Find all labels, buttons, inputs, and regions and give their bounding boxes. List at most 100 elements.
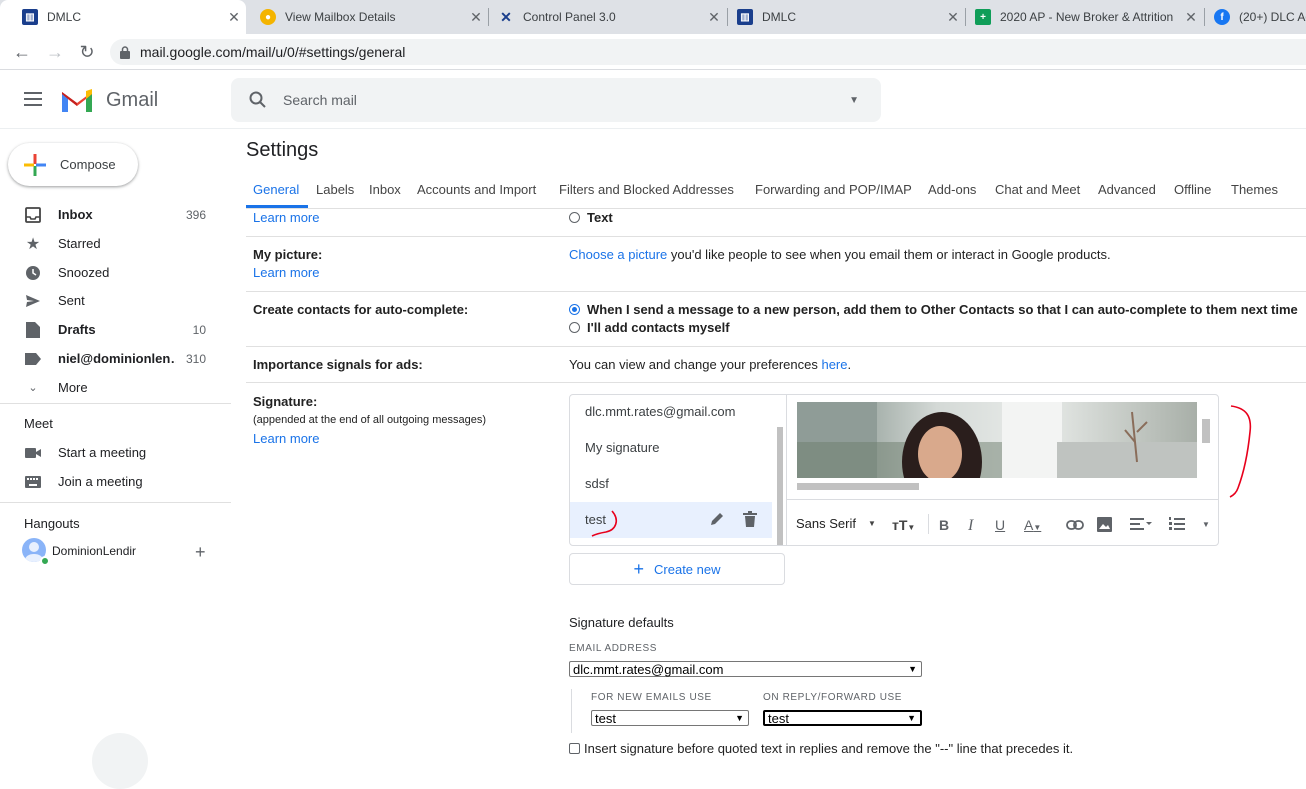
signature-label: Signature: <box>253 394 318 409</box>
sidebar-item-inbox[interactable]: Inbox 396 <box>0 200 220 229</box>
italic-icon[interactable]: I <box>968 517 973 535</box>
mailbox-favicon: ● <box>260 9 276 25</box>
compose-label: Compose <box>60 157 116 172</box>
radio-button-selected[interactable] <box>569 304 580 315</box>
text-radio-option[interactable]: Text <box>569 210 613 225</box>
inbox-icon <box>24 206 42 224</box>
page-title: Settings <box>246 139 319 161</box>
numbered-list-icon[interactable] <box>1169 517 1185 533</box>
tab-offline[interactable]: Offline <box>1174 182 1211 197</box>
browser-tab[interactable]: ● View Mailbox Details ✕ <box>238 0 488 34</box>
clock-icon <box>24 264 42 282</box>
more-formatting-icon[interactable]: ▼ <box>1202 520 1210 529</box>
radio-button[interactable] <box>569 322 580 333</box>
editor-scrollbar[interactable] <box>1202 419 1210 443</box>
tab-accounts[interactable]: Accounts and Import <box>417 182 536 197</box>
tab-inbox[interactable]: Inbox <box>369 182 401 197</box>
browser-tab-bar: ▥ DMLC ✕ ● View Mailbox Details ✕ ✕ Cont… <box>0 0 1306 34</box>
forward-icon[interactable]: → <box>43 34 67 70</box>
edit-pencil-icon[interactable] <box>709 511 725 532</box>
contacts-option-2[interactable]: I'll add contacts myself <box>569 320 730 335</box>
sidebar-item-starred[interactable]: ★ Starred <box>0 229 220 258</box>
reload-icon[interactable]: ↻ <box>75 34 99 70</box>
preferences-here-link[interactable]: here <box>821 357 847 372</box>
reply-forward-select[interactable]: test ▼ <box>763 710 922 726</box>
signature-list-item[interactable]: sdsf <box>585 476 609 491</box>
address-bar: ← → ↻ mail.google.com/mail/u/0/#settings… <box>0 34 1306 70</box>
start-meeting-item[interactable]: Start a meeting <box>0 438 220 467</box>
dropdown-arrow-icon: ▼ <box>908 664 917 674</box>
insert-image-icon[interactable] <box>1097 517 1112 535</box>
search-icon[interactable] <box>248 90 268 110</box>
tab-general[interactable]: General <box>253 182 299 197</box>
sheets-favicon: + <box>975 9 991 25</box>
star-icon: ★ <box>25 235 41 253</box>
font-size-icon[interactable]: тT▼ <box>892 517 915 533</box>
signature-editor[interactable] <box>787 395 1218 499</box>
radio-button[interactable] <box>569 212 580 223</box>
learn-more-link[interactable]: Learn more <box>253 210 319 225</box>
underline-icon[interactable]: U <box>995 517 1005 533</box>
tab-filters[interactable]: Filters and Blocked Addresses <box>559 182 734 197</box>
bold-icon[interactable]: B <box>939 517 949 533</box>
hangouts-bottom-circle[interactable] <box>92 733 148 789</box>
learn-more-link[interactable]: Learn more <box>253 431 319 446</box>
my-picture-label: My picture: <box>253 247 323 262</box>
text-color-icon[interactable]: A▼ <box>1024 517 1041 533</box>
divider <box>0 502 231 503</box>
url-field[interactable]: mail.google.com/mail/u/0/#settings/gener… <box>110 39 1306 65</box>
search-bar[interactable]: Search mail ▼ <box>231 78 881 122</box>
dmlc-favicon: ▥ <box>22 9 38 25</box>
add-hangout-icon[interactable]: + <box>195 542 206 563</box>
choose-picture-link[interactable]: Choose a picture <box>569 247 667 262</box>
tab-labels[interactable]: Labels <box>316 182 354 197</box>
compose-button[interactable]: Compose <box>8 143 138 186</box>
new-emails-select[interactable]: test ▼ <box>591 710 749 726</box>
browser-tab[interactable]: ▥ DMLC ✕ <box>0 0 246 34</box>
back-icon[interactable]: ← <box>10 34 34 70</box>
checkbox[interactable] <box>569 743 580 754</box>
video-icon <box>24 444 42 462</box>
horizontal-scrollbar[interactable] <box>797 483 919 490</box>
sidebar-item-snoozed[interactable]: Snoozed <box>0 258 220 287</box>
sidebar-item-drafts[interactable]: Drafts 10 <box>0 315 220 344</box>
importance-text: You can view and change your preferences… <box>569 357 852 372</box>
browser-tab[interactable]: + 2020 AP - New Broker & Attrition ✕ <box>953 0 1203 34</box>
browser-tab[interactable]: ▥ DMLC ✕ <box>715 0 965 34</box>
sidebar-item-label[interactable]: niel@dominionlen… 310 <box>0 344 220 373</box>
search-input[interactable]: Search mail <box>283 92 849 108</box>
gmail-logo-icon[interactable] <box>60 88 94 112</box>
align-icon[interactable] <box>1130 517 1152 533</box>
keyboard-icon <box>24 473 42 491</box>
sidebar-item-more[interactable]: ⌄ More <box>0 373 220 402</box>
signature-list-item[interactable]: dlc.mmt.rates@gmail.com <box>585 404 735 419</box>
signature-image <box>797 402 1197 478</box>
tab-addons[interactable]: Add-ons <box>928 182 976 197</box>
draft-icon <box>24 321 42 339</box>
browser-tab[interactable]: ✕ Control Panel 3.0 ✕ <box>476 0 726 34</box>
create-new-button[interactable]: + Create new <box>569 553 785 585</box>
tab-forwarding[interactable]: Forwarding and POP/IMAP <box>755 182 912 197</box>
contacts-label: Create contacts for auto-complete: <box>253 302 469 317</box>
tab-themes[interactable]: Themes <box>1231 182 1278 197</box>
browser-tab[interactable]: f (20+) DLC Ag <box>1192 0 1306 34</box>
tab-advanced[interactable]: Advanced <box>1098 182 1156 197</box>
red-annotation-hook <box>591 510 618 537</box>
font-family-select[interactable]: Sans Serif ▼ <box>796 516 876 531</box>
dropdown-arrow-icon: ▼ <box>735 713 744 723</box>
link-icon[interactable] <box>1066 517 1084 533</box>
join-meeting-item[interactable]: Join a meeting <box>0 467 220 496</box>
contacts-option-1[interactable]: When I send a message to a new person, a… <box>569 302 1298 317</box>
email-address-label: EMAIL ADDRESS <box>569 643 658 654</box>
delete-trash-icon[interactable] <box>743 511 757 532</box>
signature-list-scrollbar[interactable] <box>777 427 783 545</box>
chevron-down-icon: ⌄ <box>28 382 38 394</box>
sidebar-item-sent[interactable]: Sent <box>0 286 220 315</box>
search-options-icon[interactable]: ▼ <box>849 95 859 106</box>
learn-more-link[interactable]: Learn more <box>253 265 319 280</box>
tab-chat-meet[interactable]: Chat and Meet <box>995 182 1080 197</box>
new-emails-label: FOR NEW EMAILS USE <box>591 692 712 703</box>
main-menu-icon[interactable] <box>24 92 42 106</box>
signature-list-item[interactable]: My signature <box>585 440 659 455</box>
email-address-select[interactable]: dlc.mmt.rates@gmail.com ▼ <box>569 661 922 677</box>
